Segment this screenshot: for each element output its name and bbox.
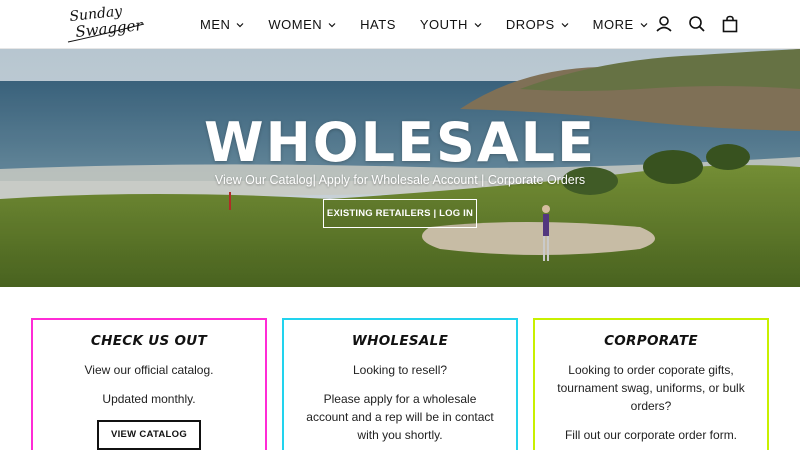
nav-label: DROPS <box>505 17 555 32</box>
hero-subtitle: View Our Catalog| Apply for Wholesale Ac… <box>214 173 586 187</box>
card-text: Updated monthly. <box>102 392 196 406</box>
nav-more[interactable]: MORE <box>593 17 648 32</box>
nav-label: WOMEN <box>268 17 323 32</box>
card-text: View our official catalog. <box>84 363 214 377</box>
hero-banner: WHOLESALE View Our Catalog| Apply for Wh… <box>0 49 800 287</box>
card-corporate: CORPORATE Looking to order coporate gift… <box>533 318 769 450</box>
card-text: Looking to resell? <box>352 363 448 377</box>
card-title: CORPORATE <box>604 333 698 349</box>
chevron-down-icon <box>328 22 336 27</box>
nav-drops[interactable]: DROPS <box>506 17 569 32</box>
card-title: CHECK US OUT <box>90 333 208 349</box>
hero-title: WHOLESALE <box>204 111 596 174</box>
view-catalog-button[interactable]: VIEW CATALOG <box>96 420 202 450</box>
chevron-down-icon <box>474 22 482 27</box>
card-text: Fill out our corporate order form. <box>564 428 738 442</box>
chevron-down-icon <box>236 22 244 27</box>
nav-label: HATS <box>360 17 396 32</box>
site-header: Sunday Swagger MEN WOMEN HATS YOUTH DROP… <box>0 0 800 49</box>
account-icon[interactable] <box>654 14 674 34</box>
nav-hats[interactable]: HATS <box>360 17 396 32</box>
header-icons <box>641 14 740 34</box>
nav-women[interactable]: WOMEN <box>268 17 336 32</box>
main-nav: MEN WOMEN HATS YOUTH DROPS MORE <box>200 0 672 49</box>
nav-men[interactable]: MEN <box>200 17 244 32</box>
brand-logo[interactable]: Sunday Swagger <box>66 6 148 44</box>
nav-label: MEN <box>200 17 231 32</box>
cart-icon[interactable] <box>720 14 740 34</box>
nav-youth[interactable]: YOUTH <box>420 17 482 32</box>
search-icon[interactable] <box>687 14 707 34</box>
card-text: Please apply for a wholesale account and… <box>306 392 494 442</box>
card-text: Looking to order coporate gifts, tournam… <box>557 363 745 413</box>
chevron-down-icon <box>561 22 569 27</box>
existing-retailers-login-button[interactable]: EXISTING RETAILERS | LOG IN <box>323 199 477 228</box>
nav-label: MORE <box>592 17 634 32</box>
card-title: WHOLESALE <box>351 333 449 349</box>
card-wholesale: WHOLESALE Looking to resell? Please appl… <box>282 318 518 450</box>
card-check-us-out: CHECK US OUT View our official catalog. … <box>31 318 267 450</box>
nav-label: YOUTH <box>419 17 468 32</box>
